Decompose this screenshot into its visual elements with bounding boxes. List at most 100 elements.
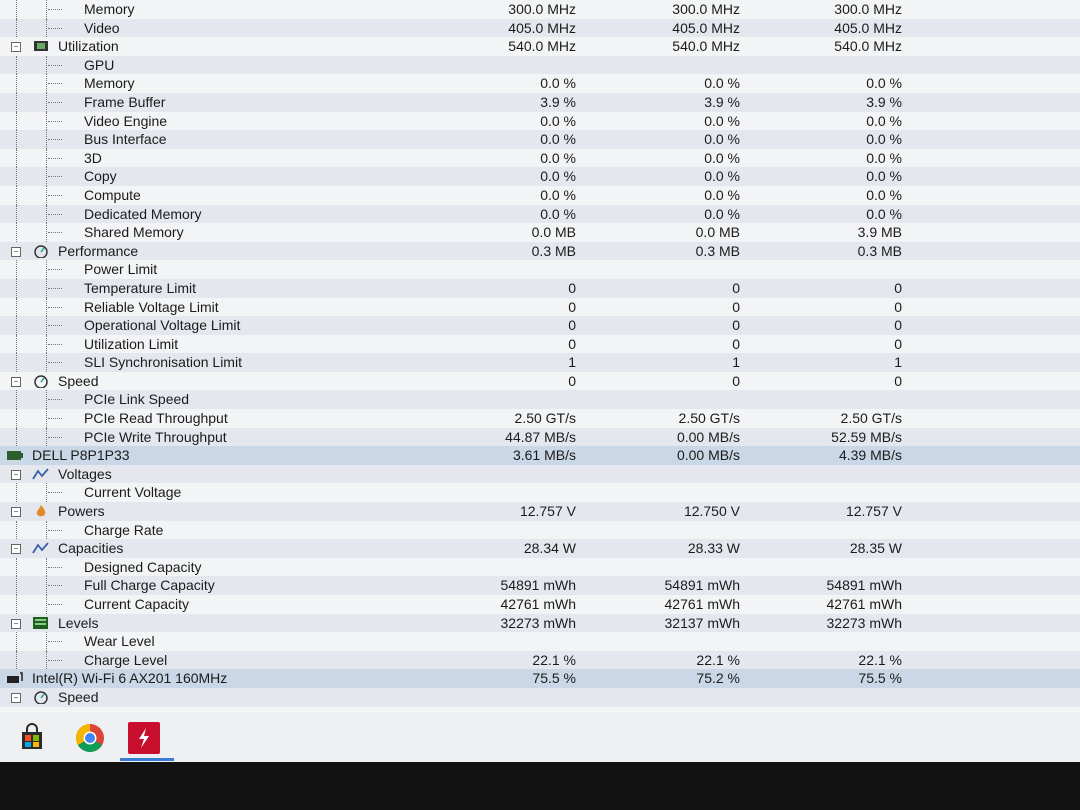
collapse-toggle-icon[interactable]: − [11,469,21,480]
sensor-row[interactable]: Charge Level 22.1 % 22.1 % 22.1 % [0,650,1080,670]
sensor-row[interactable]: Bus Interface 0.0 % 0.0 % 0.0 % [0,130,1080,149]
sensor-row[interactable]: Memory 0.0 % 0.0 % 0.0 % [0,74,1080,93]
sensor-row[interactable]: DELL P8P1P33 3.61 MB/s 0.00 MB/s 4.39 MB/s [0,446,1080,465]
current-value: 44.87 MB/s [505,428,576,445]
sensor-row[interactable]: Current Voltage [0,483,1080,503]
sensor-row[interactable]: Intel(R) Wi-Fi 6 AX201 160MHz 75.5 % 75.2 … [0,669,1080,688]
tree-connector [16,390,17,410]
tree-connector [48,604,62,605]
sensor-row[interactable]: − Levels 32273 mWh 32137 mWh 32273 mWh [0,613,1080,633]
sensor-row[interactable]: Shared Memory 0.0 MB 0.0 MB 3.9 MB [0,223,1080,242]
tree-connector [46,0,47,19]
tree-connector [46,520,47,540]
maximum-value: 32273 mWh [826,614,902,631]
sensor-row[interactable]: PCIe Link Speed [0,390,1080,410]
sensor-label: Utilization Limit [84,335,179,352]
sensor-row[interactable]: − Utilization 540.0 MHz 540.0 MHz 540.0 MHz [0,37,1080,56]
sensor-row[interactable]: Operational Voltage Limit 0 0 0 [0,316,1080,335]
sensor-row[interactable]: Copy 0.0 % 0.0 % 0.0 % [0,167,1080,186]
current-value: 3.9 % [540,93,576,110]
sensor-label: Current Voltage [84,484,182,501]
sensor-row[interactable]: GPU [0,55,1080,75]
sensor-row[interactable]: − Voltages [0,464,1080,484]
sensor-row[interactable]: Frame Buffer 3.9 % 3.9 % 3.9 % [0,92,1080,112]
sensor-row[interactable]: − Speed [0,687,1080,707]
sensor-row[interactable]: Temperature Limit 0 0 0 [0,278,1080,298]
sensor-row[interactable]: − Capacities 28.34 W 28.33 W 28.35 W [0,539,1080,558]
tree-connector [16,167,17,186]
sensor-row[interactable]: − Speed 0 0 0 [0,372,1080,391]
gauge-icon [32,244,50,259]
sensor-row[interactable]: PCIe Write Throughput 44.87 MB/s 0.00 MB/s… [0,427,1080,447]
sensor-row[interactable]: Full Charge Capacity 54891 mWh 54891 mWh 54… [0,576,1080,595]
current-value: 0.0 % [540,75,576,92]
minimum-value: 0.0 % [704,112,740,129]
sensor-row[interactable]: PCIe Read Throughput 2.50 GT/s 2.50 GT/s 2.… [0,409,1080,428]
current-value: 54891 mWh [500,577,576,594]
sensor-row[interactable]: Memory 300.0 MHz 300.0 MHz 300.0 MHz [0,0,1080,19]
tree-connector [46,185,47,205]
sensor-row[interactable]: Dedicated Memory 0.0 % 0.0 % 0.0 % [0,204,1080,224]
tree-connector [46,92,47,112]
sensor-row[interactable]: Compute 0.0 % 0.0 % 0.0 % [0,185,1080,205]
maximum-value: 0 [894,298,902,315]
current-value: 0.0 % [540,168,576,185]
collapse-toggle-icon[interactable]: − [11,507,21,518]
minimum-value: 0.0 % [704,168,740,185]
tree-connector [48,566,62,568]
sensor-row[interactable]: Reliable Voltage Limit 0 0 0 [0,297,1080,317]
sensor-label: SLI Synchronisation Limit [84,354,242,371]
tree-connector [48,120,62,122]
maximum-value: 0.0 % [866,149,902,166]
collapse-toggle-icon[interactable]: − [11,42,21,53]
sensor-label: Speed [58,372,99,389]
sensor-row[interactable]: Utilization Limit 0 0 0 [0,334,1080,354]
collapse-toggle-icon[interactable]: − [11,692,21,703]
tree-connector [16,185,17,205]
collapse-toggle-icon[interactable]: − [11,376,21,387]
current-value: 0 [568,298,576,315]
sensor-row[interactable]: Video 405.0 MHz 405.0 MHz 405.0 MHz [0,18,1080,38]
store-app-icon[interactable] [14,720,50,756]
collapse-toggle-icon[interactable]: − [11,544,21,555]
maximum-value: 0.0 % [866,205,902,222]
sensor-row[interactable]: − Performance 0.3 MB 0.3 MB 0.3 MB [0,241,1080,261]
sensor-row[interactable]: 3D 0.0 % 0.0 % 0.0 % [0,148,1080,168]
maximum-value: 28.35 W [849,540,902,557]
sensor-label: DELL P8P1P33 [32,447,130,464]
sensor-row[interactable]: − Powers 12.757 V 12.750 V 12.757 V [0,502,1080,521]
collapse-toggle-icon[interactable]: − [11,246,21,257]
sensor-row[interactable]: Current Capacity 42761 mWh 42761 mWh 42761 … [0,595,1080,614]
current-value: 300.0 MHz [508,1,576,17]
tree-connector [46,334,47,354]
tree-connector [48,101,62,103]
maximum-value: 300.0 MHz [834,1,902,17]
sensor-row[interactable]: SLI Synchronisation Limit 1 1 1 [0,353,1080,372]
current-value: 0.0 % [540,149,576,166]
chrome-app-icon[interactable] [72,720,108,756]
sensor-row[interactable]: Charge Rate [0,520,1080,540]
sensor-row[interactable]: Power Limit [0,260,1080,279]
maximum-value: 12.757 V [845,503,902,520]
minimum-value: 42761 mWh [664,596,740,612]
collapse-toggle-icon[interactable]: − [11,618,21,629]
tree-connector [46,650,47,670]
current-value: 0.0 % [540,112,576,129]
sensor-label: Video Engine [84,112,168,129]
minimum-value: 0.0 % [704,75,740,92]
gauge-icon [32,374,50,389]
tree-connector [48,343,62,345]
maximum-value: 3.9 % [866,93,902,110]
sensor-row[interactable]: Wear Level [0,632,1080,651]
maximum-value: 405.0 MHz [834,19,902,36]
sensor-row[interactable]: Designed Capacity [0,557,1080,577]
tree-connector [48,659,62,661]
tree-connector [48,418,62,420]
sensor-label: Operational Voltage Limit [84,317,241,334]
active-app-indicator [120,758,174,761]
sensor-row[interactable]: Video Engine 0.0 % 0.0 % 0.0 % [0,111,1080,131]
hwinfo-app-icon[interactable] [128,722,160,754]
tree-connector [16,74,17,93]
tree-connector [46,483,47,503]
sensor-tree: Memory 300.0 MHz 300.0 MHz 300.0 MHz Video 40… [0,0,1080,707]
